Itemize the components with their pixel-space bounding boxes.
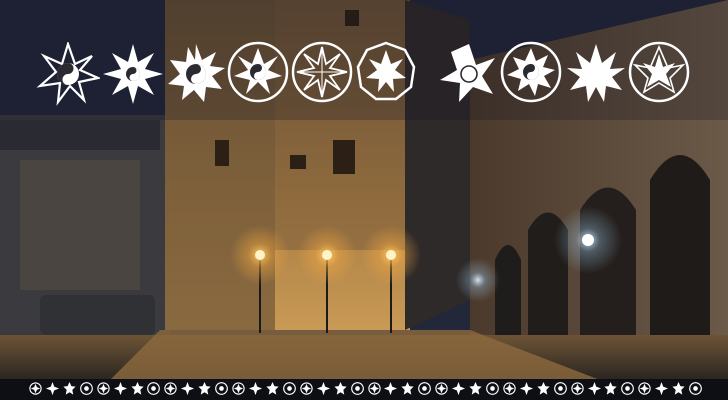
strip-glyph-icon [570,382,584,395]
strip-glyph-icon [283,382,296,395]
seven-point-star-icon [440,44,495,102]
circled-nonagram-icon [628,41,690,103]
strip-glyph-icon [215,382,229,395]
strip-glyph-icon [384,381,398,396]
strip-glyph-icon [79,382,93,395]
strip-glyph-icon [418,382,432,395]
strip-glyph-icon [503,382,516,395]
yin-yang-sunburst-icon [168,44,225,102]
strip-glyph-icon [486,382,499,395]
yin-yang-star-icon [36,42,100,106]
eight-point-star-icon [103,44,163,104]
nine-point-star-icon [567,44,625,102]
strip-glyph-icon [519,381,533,396]
strip-glyph-icon [45,381,59,396]
strip-glyph-icon [672,381,685,395]
strip-glyph-icon [553,382,567,395]
strip-glyph-icon [655,381,669,396]
strip-glyph-icon [350,382,364,395]
strip-glyph-icon [113,381,127,396]
strip-glyph-icon [63,381,76,395]
strip-glyph-icon [147,382,161,395]
strip-glyph-icon [367,382,381,395]
strip-glyph-icon [232,382,245,395]
strip-glyph-icon [604,381,618,395]
strip-glyph-icon [435,382,448,395]
nonagon-star-icon [356,41,416,101]
strip-glyph-icon [181,381,195,396]
strip-glyph-icon [621,382,635,395]
strip-glyph-icon [334,381,347,395]
strip-glyph-icon [452,381,466,396]
strip-glyph-icon [689,382,702,395]
strip-glyph-icon [300,382,313,395]
strip-glyph-icon [587,381,601,396]
strip-glyph-icon [469,381,482,395]
strip-glyph-icon [97,382,110,395]
strip-glyph-icon [401,381,414,395]
strip-glyph-icon [130,381,144,395]
strip-glyph-icon [29,382,42,395]
strip-glyph-icon [638,382,652,395]
circled-yin-yang-star-icon [227,41,289,103]
strip-glyph-icon [248,381,263,396]
circled-yin-yang-burst-icon [500,41,562,103]
strip-glyph-icon [198,381,211,395]
strip-glyph-icon [316,381,330,396]
circled-compass-star-icon [291,41,353,103]
strip-glyph-icon [537,381,550,395]
strip-glyph-icon [164,382,178,395]
glyph-character-strip [0,379,728,400]
glyph-specimen-row [0,0,728,140]
strip-glyph-icon [266,381,279,395]
